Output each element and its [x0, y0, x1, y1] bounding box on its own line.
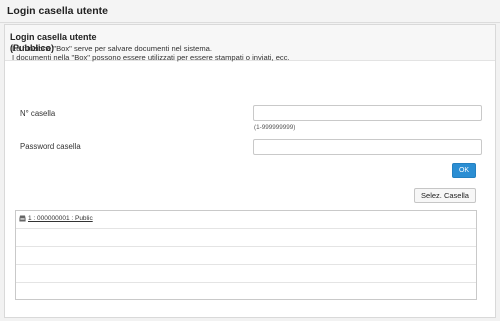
- title-bar: Login casella utente: [0, 0, 500, 23]
- box-number-input[interactable]: [253, 105, 482, 121]
- page-title: Login casella utente: [7, 5, 108, 17]
- list-item: [16, 283, 476, 301]
- card-title-line1: Login casella utente: [10, 32, 97, 42]
- box-number-label: N° casella: [20, 109, 56, 118]
- list-item: [16, 229, 476, 247]
- ok-button[interactable]: OK: [452, 163, 476, 178]
- box-list: 1 : 000000001 : Public: [15, 210, 477, 300]
- list-item: [16, 265, 476, 283]
- box-number-hint: (1-999999999): [254, 124, 296, 131]
- select-box-button[interactable]: Selez. Casella: [414, 188, 476, 203]
- description-line2: I documenti nella "Box" possono essere u…: [12, 53, 290, 62]
- password-input[interactable]: [253, 139, 482, 155]
- box-link-label: 1 : 000000001 : Public: [28, 215, 93, 222]
- password-label: Password casella: [20, 142, 81, 151]
- box-link[interactable]: 1 : 000000001 : Public: [19, 215, 93, 222]
- description-line1: La funzione "Box" serve per salvare docu…: [12, 44, 212, 53]
- list-item[interactable]: 1 : 000000001 : Public: [16, 211, 476, 229]
- list-item: [16, 247, 476, 265]
- box-tray-icon: [19, 215, 26, 222]
- description: La funzione "Box" serve per salvare docu…: [12, 44, 290, 62]
